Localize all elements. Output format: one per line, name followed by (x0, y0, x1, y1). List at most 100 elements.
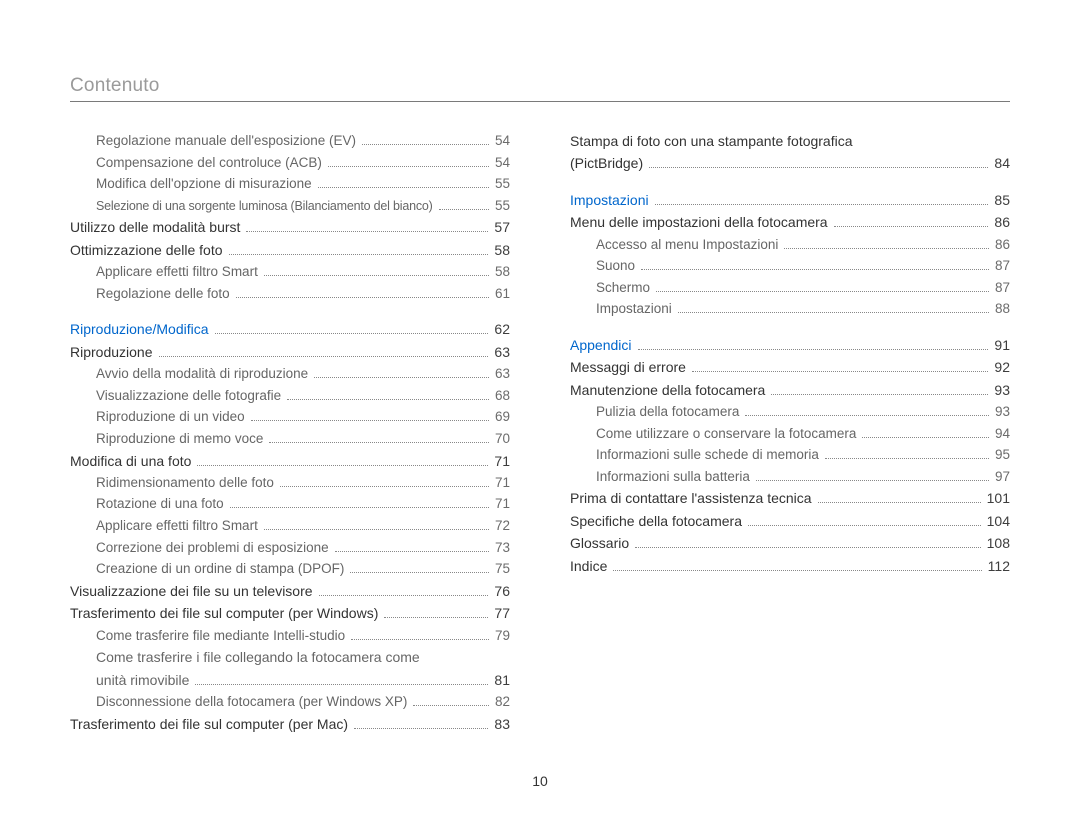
toc-entry[interactable]: Selezione di una sorgente luminosa (Bila… (70, 195, 510, 217)
toc-page-number: 108 (987, 532, 1010, 554)
toc-label: Ottimizzazione delle foto (70, 239, 223, 261)
toc-entry[interactable]: Disconnessione della fotocamera (per Win… (70, 691, 510, 713)
toc-entry[interactable]: Visualizzazione delle fotografie68 (70, 385, 510, 407)
toc-page-number: 92 (994, 356, 1010, 378)
toc-label: Applicare effetti filtro Smart (96, 515, 258, 537)
toc-label: Applicare effetti filtro Smart (96, 261, 258, 283)
toc-entry[interactable]: Regolazione manuale dell'esposizione (EV… (70, 130, 510, 152)
toc-entry[interactable]: Impostazioni88 (570, 298, 1010, 320)
toc-entry[interactable]: Messaggi di errore92 (570, 356, 1010, 378)
toc-page-number: 77 (494, 602, 510, 624)
toc-entry[interactable]: Informazioni sulla batteria97 (570, 466, 1010, 488)
toc-page-number: 85 (994, 189, 1010, 211)
toc-label: Come trasferire file mediante Intelli-st… (96, 625, 345, 647)
toc-entry[interactable]: Compensazione del controluce (ACB)54 (70, 152, 510, 174)
toc-leader-dots (362, 144, 489, 145)
toc-leader-dots (197, 465, 488, 466)
toc-entry[interactable]: Regolazione delle foto61 (70, 283, 510, 305)
toc-label: Accesso al menu Impostazioni (596, 234, 778, 256)
toc-leader-dots (229, 254, 489, 255)
toc-label: Trasferimento dei file sul computer (per… (70, 713, 348, 735)
toc-entry[interactable]: Pulizia della fotocamera93 (570, 401, 1010, 423)
toc-entry[interactable]: Applicare effetti filtro Smart 72 (70, 515, 510, 537)
toc-leader-dots (756, 480, 989, 481)
toc-entry[interactable]: Indice112 (570, 555, 1010, 577)
toc-entry[interactable]: Come trasferire i file collegando la fot… (70, 646, 510, 691)
toc-page-number: 75 (495, 558, 510, 580)
toc-label: Indice (570, 555, 607, 577)
toc-label: Avvio della modalità di riproduzione (96, 363, 308, 385)
toc-spacer (570, 320, 1010, 334)
toc-page-number: 104 (987, 510, 1010, 532)
toc-entry[interactable]: Come utilizzare o conservare la fotocame… (570, 423, 1010, 445)
toc-leader-dots (314, 377, 489, 378)
toc-entry[interactable]: Rotazione di una foto71 (70, 493, 510, 515)
toc-label: Utilizzo delle modalità burst (70, 216, 240, 238)
toc-page-number: 86 (994, 211, 1010, 233)
toc-entry[interactable]: Manutenzione della fotocamera93 (570, 379, 1010, 401)
toc-page-number: 71 (495, 493, 510, 515)
toc-spacer (570, 175, 1010, 189)
toc-entry[interactable]: Menu delle impostazioni della fotocamera… (570, 211, 1010, 233)
toc-page-number: 88 (995, 298, 1010, 320)
toc-leader-dots (656, 291, 989, 292)
toc-label: Modifica di una foto (70, 450, 191, 472)
toc-entry[interactable]: Ottimizzazione delle foto 58 (70, 239, 510, 261)
page-header: Contenuto (70, 75, 1010, 102)
toc-leader-dots (384, 617, 488, 618)
toc-entry[interactable]: Come trasferire file mediante Intelli-st… (70, 625, 510, 647)
toc-entry[interactable]: Applicare effetti filtro Smart 58 (70, 261, 510, 283)
toc-page-number: 58 (494, 239, 510, 261)
toc-leader-dots (287, 399, 489, 400)
toc-page-number: 82 (495, 691, 510, 713)
toc-entry[interactable]: Specifiche della fotocamera104 (570, 510, 1010, 532)
toc-entry[interactable]: Riproduzione di un video69 (70, 406, 510, 428)
toc-page-number: 95 (995, 444, 1010, 466)
toc-entry[interactable]: Riproduzione63 (70, 341, 510, 363)
toc-entry[interactable]: Trasferimento dei file sul computer (per… (70, 713, 510, 735)
toc-entry[interactable]: Riproduzione/Modifica62 (70, 318, 510, 340)
toc-leader-dots (230, 507, 489, 508)
toc-entry[interactable]: Modifica di una foto71 (70, 450, 510, 472)
toc-entry[interactable]: Ridimensionamento delle foto71 (70, 472, 510, 494)
toc-page-number: 91 (994, 334, 1010, 356)
toc-label: Riproduzione (70, 341, 153, 363)
toc-entry[interactable]: Stampa di foto con una stampante fotogra… (570, 130, 1010, 175)
page-number: 10 (0, 773, 1080, 789)
toc-page-number: 101 (987, 487, 1010, 509)
toc-label: Menu delle impostazioni della fotocamera (570, 211, 828, 233)
toc-entry[interactable]: Riproduzione di memo voce70 (70, 428, 510, 450)
toc-entry[interactable]: Correzione dei problemi di esposizione73 (70, 537, 510, 559)
toc-leader-dots (692, 371, 988, 372)
toc-entry[interactable]: Informazioni sulle schede di memoria95 (570, 444, 1010, 466)
toc-leader-dots (318, 187, 489, 188)
toc-page-number: 72 (495, 515, 510, 537)
toc-entry[interactable]: Modifica dell'opzione di misurazione55 (70, 173, 510, 195)
toc-leader-dots (350, 572, 489, 573)
toc-label: (PictBridge) (570, 152, 643, 174)
toc-entry[interactable]: Accesso al menu Impostazioni86 (570, 234, 1010, 256)
toc-entry[interactable]: Appendici 91 (570, 334, 1010, 356)
toc-page-number: 84 (994, 152, 1010, 174)
toc-entry[interactable]: Prima di contattare l'assistenza tecnica… (570, 487, 1010, 509)
toc-leader-dots (678, 312, 989, 313)
toc-entry[interactable]: Schermo87 (570, 277, 1010, 299)
toc-entry[interactable]: Impostazioni85 (570, 189, 1010, 211)
toc-label: Appendici (570, 334, 632, 356)
toc-leader-dots (834, 226, 989, 227)
toc-label: Riproduzione di memo voce (96, 428, 263, 450)
toc-entry[interactable]: Visualizzazione dei file su un televisor… (70, 580, 510, 602)
toc-page-number: 58 (495, 261, 510, 283)
toc-entry[interactable]: Glossario108 (570, 532, 1010, 554)
toc-entry[interactable]: Utilizzo delle modalità burst57 (70, 216, 510, 238)
toc-label: Modifica dell'opzione di misurazione (96, 173, 312, 195)
toc-leader-dots (215, 333, 489, 334)
toc-label: Selezione di una sorgente luminosa (Bila… (96, 196, 433, 216)
toc-page-number: 76 (494, 580, 510, 602)
toc-entry[interactable]: Trasferimento dei file sul computer (per… (70, 602, 510, 624)
toc-entry[interactable]: Creazione di un ordine di stampa (DPOF)7… (70, 558, 510, 580)
toc-page-number: 55 (495, 195, 510, 217)
toc-entry[interactable]: Suono87 (570, 255, 1010, 277)
toc-entry[interactable]: Avvio della modalità di riproduzione63 (70, 363, 510, 385)
toc-label: Riproduzione/Modifica (70, 318, 209, 340)
